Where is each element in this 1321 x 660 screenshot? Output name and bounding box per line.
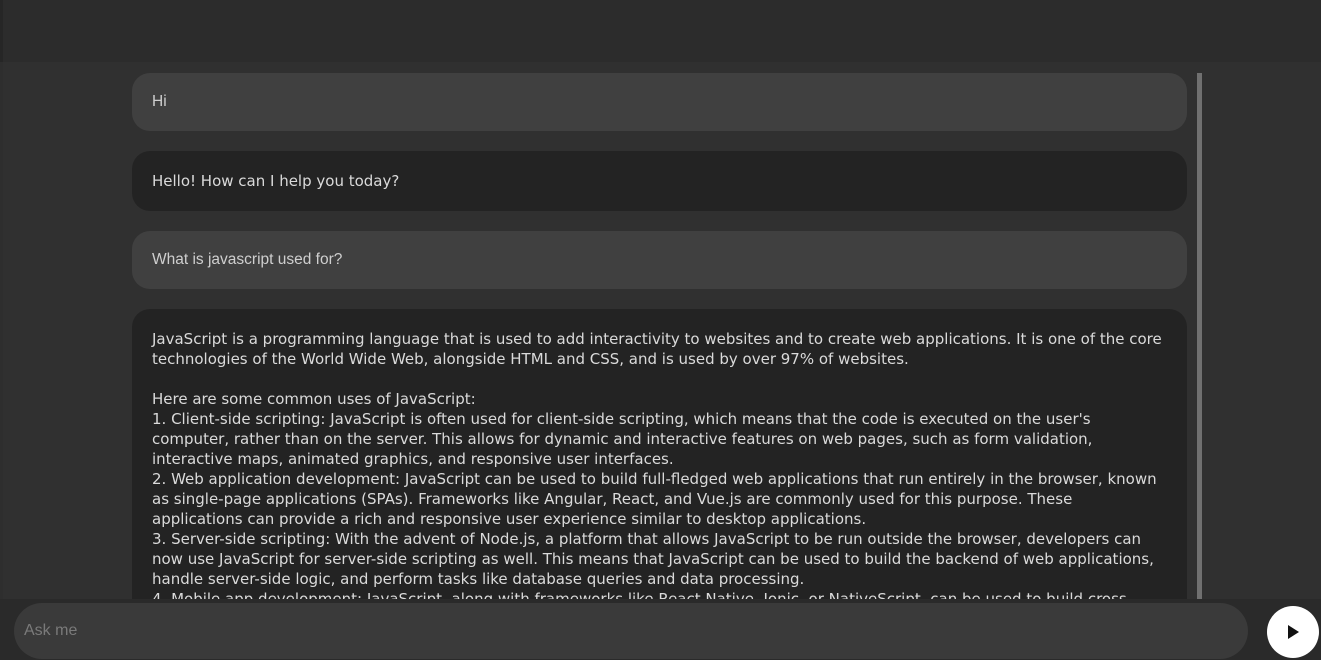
message-input[interactable]	[14, 603, 1248, 659]
assistant-message: Hello! How can I help you today?	[132, 151, 1187, 211]
send-button[interactable]	[1267, 606, 1319, 658]
chat-app: Hi Hello! How can I help you today? What…	[0, 0, 1321, 660]
user-message: Hi	[132, 73, 1187, 131]
user-message: What is javascript used for?	[132, 231, 1187, 289]
play-icon	[1288, 625, 1299, 639]
chat-area[interactable]: Hi Hello! How can I help you today? What…	[3, 62, 1321, 599]
top-bar	[0, 0, 1321, 62]
assistant-message: JavaScript is a programming language tha…	[132, 309, 1187, 599]
message-list: Hi Hello! How can I help you today? What…	[132, 73, 1187, 599]
composer-bar	[0, 599, 1321, 660]
scrollbar[interactable]	[1197, 73, 1202, 599]
